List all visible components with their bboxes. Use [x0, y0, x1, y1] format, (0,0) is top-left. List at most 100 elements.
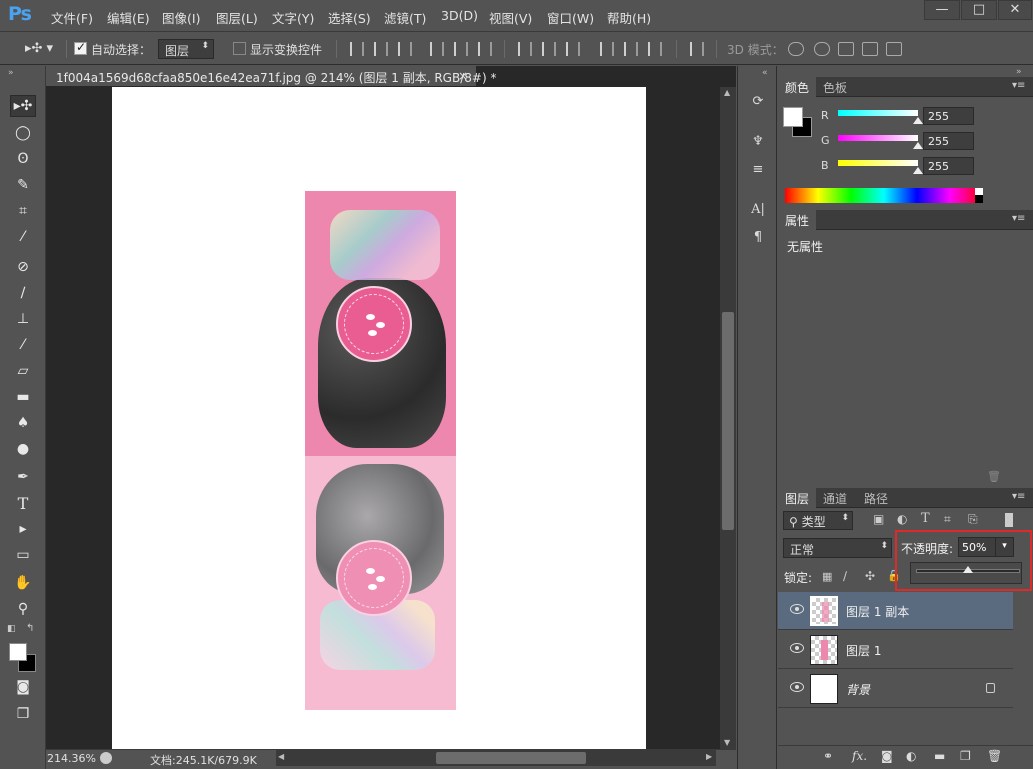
clone-stamp-tool-icon[interactable]: ⊥ — [10, 308, 36, 330]
lasso-tool-icon[interactable]: ʘ — [10, 148, 36, 170]
3d-roll-icon[interactable] — [814, 42, 830, 56]
blend-mode-select[interactable]: 正常 ⬍ — [783, 538, 892, 558]
eraser-tool-icon[interactable]: ▱ — [10, 360, 36, 382]
menu-edit[interactable]: 编辑(E) — [107, 8, 150, 27]
vertical-scroll-thumb[interactable] — [722, 312, 734, 530]
tab-properties[interactable]: 属性 — [778, 210, 817, 230]
new-layer-icon[interactable]: ❐ — [960, 749, 971, 763]
layer-thumbnail[interactable] — [810, 596, 838, 626]
close-window-button[interactable]: ✕ — [998, 0, 1032, 20]
path-select-tool-icon[interactable]: ▸ — [10, 518, 36, 540]
zoom-level[interactable]: 214.36% — [47, 752, 96, 765]
show-transform-checkbox[interactable] — [233, 42, 246, 55]
green-value-field[interactable]: 255 — [923, 132, 974, 150]
type-tool-icon[interactable]: T — [10, 492, 36, 514]
pen-tool-icon[interactable]: ✒ — [10, 466, 36, 488]
layer-thumbnail[interactable] — [810, 635, 838, 665]
distribute-vcenter-icon[interactable] — [542, 42, 556, 56]
3d-pan-icon[interactable] — [838, 42, 854, 56]
3d-rotate-icon[interactable] — [788, 42, 804, 56]
status-menu-icon[interactable] — [100, 752, 112, 764]
trash-icon[interactable]: 🗑 — [987, 470, 1001, 483]
red-slider-handle[interactable] — [913, 117, 923, 124]
document-tab[interactable]: 1f004a1569d68cfaa850e16e42ea71f.jpg @ 21… — [46, 66, 496, 87]
align-top-icon[interactable] — [350, 42, 364, 56]
gradient-tool-icon[interactable]: ▬ — [10, 386, 36, 408]
eye-icon[interactable] — [790, 604, 804, 614]
lock-position-icon[interactable]: ✣ — [865, 569, 875, 583]
eye-icon[interactable] — [790, 682, 804, 692]
distribute-bottom-icon[interactable] — [566, 42, 580, 56]
align-right-icon[interactable] — [478, 42, 492, 56]
red-value-field[interactable]: 255 — [923, 107, 974, 125]
quick-select-tool-icon[interactable]: ✎ — [10, 174, 36, 196]
link-layers-icon[interactable]: ⚭ — [823, 749, 833, 763]
align-vcenter-icon[interactable] — [374, 42, 388, 56]
green-slider-handle[interactable] — [913, 142, 923, 149]
minimize-button[interactable]: — — [924, 0, 960, 20]
close-tab-icon[interactable]: × — [458, 69, 468, 83]
menu-layer[interactable]: 图层(L) — [216, 8, 258, 27]
distribute-hcenter-icon[interactable] — [624, 42, 638, 56]
layer-style-icon[interactable]: fx. — [852, 749, 867, 763]
brush-tool-icon[interactable]: ∕ — [10, 282, 36, 304]
layer-name[interactable]: 图层 1 — [846, 642, 881, 659]
menu-select[interactable]: 选择(S) — [328, 8, 371, 27]
brush-presets-icon[interactable]: ♆ — [749, 134, 767, 152]
filter-smart-object-icon[interactable]: ⎘ — [968, 512, 978, 527]
swap-colors-icon[interactable]: ↰ — [26, 623, 34, 634]
auto-select-target-select[interactable]: 图层 ⬍ — [158, 39, 214, 59]
rectangle-tool-icon[interactable]: ▭ — [10, 544, 36, 566]
new-adjustment-icon[interactable]: ◐ — [906, 749, 916, 763]
auto-select-checkbox[interactable]: ✓ — [74, 40, 87, 55]
menu-help[interactable]: 帮助(H) — [607, 8, 651, 27]
layer-row[interactable]: 图层 1 副本 — [778, 592, 1013, 630]
collapse-icon[interactable]: » — [8, 68, 14, 78]
new-group-icon[interactable]: ▬ — [934, 749, 945, 763]
eyedropper-tool-icon[interactable]: ⁄ — [10, 226, 36, 248]
default-colors-icon[interactable]: ◧ — [7, 624, 16, 634]
maximize-button[interactable]: □ — [961, 0, 997, 20]
tab-layers[interactable]: 图层 — [778, 488, 817, 508]
blue-value-field[interactable]: 255 — [923, 157, 974, 175]
hand-tool-icon[interactable]: ✋ — [10, 572, 36, 594]
tab-swatches[interactable]: 色板 — [816, 77, 854, 97]
lock-transparent-icon[interactable]: ▦ — [822, 570, 832, 583]
panel-menu-icon[interactable]: ▾≡ — [1012, 213, 1025, 224]
distribute-right-icon[interactable] — [648, 42, 662, 56]
move-tool-icon[interactable]: ▸✣ — [10, 95, 36, 117]
tab-channels[interactable]: 通道 — [816, 488, 854, 508]
align-hcenter-icon[interactable] — [454, 42, 468, 56]
menu-3d[interactable]: 3D(D) — [441, 8, 478, 23]
layer-row[interactable]: 背景 — [778, 670, 1013, 708]
horizontal-scroll-thumb[interactable] — [436, 752, 586, 764]
menu-filter[interactable]: 滤镜(T) — [384, 8, 426, 27]
screen-mode-icon[interactable]: ❐ — [10, 703, 36, 725]
auto-align-icon[interactable] — [690, 42, 704, 56]
filter-toggle-icon[interactable] — [1005, 513, 1013, 527]
add-mask-icon[interactable]: ◙ — [881, 749, 893, 763]
eye-icon[interactable] — [790, 643, 804, 653]
color-fg-swatch[interactable] — [783, 107, 803, 127]
character-panel-icon[interactable]: A| — [749, 202, 767, 220]
blue-slider-handle[interactable] — [913, 167, 923, 174]
filter-shape-icon[interactable]: ⌗ — [944, 512, 951, 527]
healing-brush-tool-icon[interactable]: ⊘ — [10, 256, 36, 278]
layer-thumbnail[interactable] — [810, 674, 838, 704]
filter-adjustment-icon[interactable]: ◐ — [897, 512, 907, 526]
panel-menu-icon[interactable]: ▾≡ — [1012, 80, 1025, 91]
paragraph-panel-icon[interactable]: ¶ — [749, 230, 767, 248]
scroll-up-icon[interactable]: ▲ — [724, 88, 730, 97]
move-tool-preset-icon[interactable]: ▸✣ ▾ — [25, 41, 53, 56]
distribute-left-icon[interactable] — [600, 42, 614, 56]
menu-file[interactable]: 文件(F) — [51, 8, 93, 27]
menu-view[interactable]: 视图(V) — [489, 8, 532, 27]
menu-window[interactable]: 窗口(W) — [547, 8, 594, 27]
layer-name[interactable]: 背景 — [846, 681, 870, 698]
menu-image[interactable]: 图像(I) — [162, 8, 200, 27]
layer-filter-select[interactable]: ⚲ 类型 ⬍ — [783, 511, 853, 530]
scroll-right-icon[interactable]: ▶ — [706, 752, 712, 761]
white-swatch[interactable] — [975, 188, 983, 195]
3d-scale-icon[interactable] — [886, 42, 902, 56]
collapse-panels-icon[interactable]: » — [1016, 67, 1022, 77]
